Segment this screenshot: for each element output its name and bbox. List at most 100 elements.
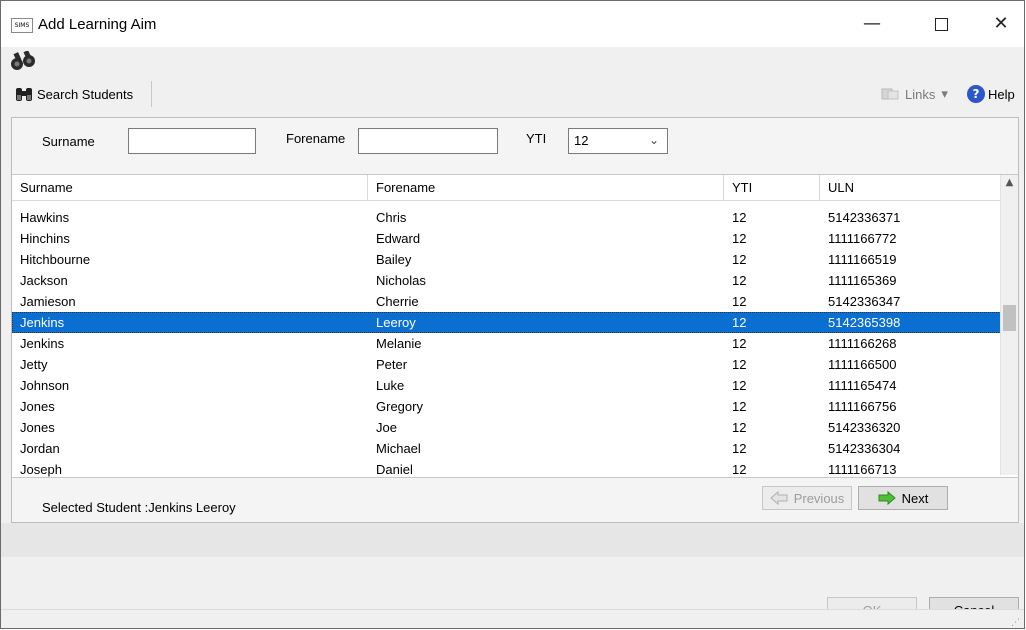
table-row[interactable]: Hinchins Edward 12 1111166772 xyxy=(12,228,1001,249)
students-grid[interactable]: Surname Forename YTI ULN Hawkins Chris 12 5… xyxy=(12,174,1018,478)
column-header-forename[interactable]: Forename xyxy=(368,175,724,200)
surname-cell: Jackson xyxy=(20,273,68,288)
toolbar xyxy=(1,77,1024,111)
uln-cell: 5142336320 xyxy=(828,420,901,435)
yti-cell: 12 xyxy=(732,399,747,414)
previous-button[interactable]: Previous xyxy=(762,486,852,510)
forename-cell: Bailey xyxy=(376,252,412,267)
column-header-yti[interactable]: YTI xyxy=(724,175,820,200)
surname-cell: Jordan xyxy=(20,441,60,456)
yti-selected-value: 12 xyxy=(574,133,589,148)
scroll-thumb[interactable] xyxy=(1003,305,1016,331)
binoculars-icon xyxy=(16,88,32,101)
binoculars-icon xyxy=(11,51,35,70)
table-row[interactable]: Jones Joe 12 5142336320 xyxy=(12,417,1001,438)
yti-cell: 12 xyxy=(732,378,747,393)
help-button[interactable]: ? Help xyxy=(967,83,1015,105)
surname-cell: Jenkins xyxy=(20,336,65,351)
column-header-uln[interactable]: ULN xyxy=(820,175,1001,200)
forename-cell: Luke xyxy=(376,378,405,393)
table-row[interactable]: Hawkins Chris 12 5142336371 xyxy=(12,207,1001,228)
links-dropdown[interactable]: Links ▾ xyxy=(881,83,948,105)
surname-cell: Jetty xyxy=(20,357,48,372)
title-bar: SIMS Add Learning Aim — ✕ xyxy=(1,1,1024,47)
table-row[interactable]: Joseph Daniel 12 1111166713 xyxy=(12,459,1001,477)
surname-cell: Jenkins xyxy=(20,315,65,330)
surname-input[interactable] xyxy=(128,128,256,154)
surname-cell: Hinchins xyxy=(20,231,70,246)
forename-cell: Michael xyxy=(376,441,421,456)
forename-cell: Joe xyxy=(376,420,397,435)
table-row[interactable]: Jenkins Leeroy 12 5142365398 xyxy=(12,312,1001,333)
scroll-up-arrow-icon[interactable]: ▲ xyxy=(1001,177,1018,188)
help-label: Help xyxy=(988,86,1015,102)
uln-cell: 1111166756 xyxy=(828,399,897,414)
uln-cell: 1111165369 xyxy=(828,273,897,288)
yti-label: YTI xyxy=(526,131,547,146)
forename-cell: Leeroy xyxy=(376,315,416,330)
search-students-button[interactable]: Search Students xyxy=(15,83,133,105)
yti-cell: 12 xyxy=(732,462,747,477)
next-label: Next xyxy=(901,490,929,506)
table-row[interactable]: Jackson Nicholas 12 1111165369 xyxy=(12,270,1001,291)
minimize-button[interactable]: — xyxy=(849,1,895,47)
uln-cell: 1111166519 xyxy=(828,252,897,267)
sims-app-icon: SIMS xyxy=(11,18,33,33)
table-row[interactable]: Jenkins Melanie 12 1111166268 xyxy=(12,333,1001,354)
forename-cell: Chris xyxy=(376,210,407,225)
forename-input[interactable] xyxy=(358,128,498,154)
uln-cell: 1111166500 xyxy=(828,357,897,372)
surname-cell: Hitchbourne xyxy=(20,252,91,267)
forename-cell: Gregory xyxy=(376,399,423,414)
close-button[interactable]: ✕ xyxy=(978,1,1024,47)
table-row[interactable]: Jamieson Cherrie 12 5142336347 xyxy=(12,291,1001,312)
grid-scrollbar[interactable]: ▲ xyxy=(1000,175,1018,475)
search-students-label: Search Students xyxy=(37,86,134,102)
grid-header: Surname Forename YTI ULN xyxy=(12,175,1001,201)
forename-cell: Daniel xyxy=(376,462,413,477)
table-row[interactable]: Hitchbourne Bailey 12 1111166519 xyxy=(12,249,1001,270)
uln-cell: 5142336347 xyxy=(828,294,901,309)
forename-cell: Edward xyxy=(376,231,421,246)
surname-label: Surname xyxy=(42,134,95,149)
uln-cell: 1111166772 xyxy=(828,231,897,246)
links-dropdown-arrow-icon: ▾ xyxy=(941,86,948,101)
forename-label: Forename xyxy=(286,131,346,146)
maximize-icon xyxy=(934,17,948,31)
surname-cell: Joseph xyxy=(20,462,62,477)
next-button[interactable]: Next xyxy=(858,486,948,510)
surname-cell: Johnson xyxy=(20,378,70,393)
add-learning-aim-window: SIMS Add Learning Aim — ✕ Search Student… xyxy=(0,0,1025,629)
uln-cell: 5142336304 xyxy=(828,441,901,456)
table-row[interactable]: Jordan Michael 12 5142336304 xyxy=(12,438,1001,459)
surname-cell: Jones xyxy=(20,399,55,414)
yti-cell: 12 xyxy=(732,273,747,288)
arrow-left-icon xyxy=(769,491,788,505)
yti-cell: 12 xyxy=(732,336,747,351)
table-row[interactable]: Jetty Peter 12 1111166500 xyxy=(12,354,1001,375)
yti-cell: 12 xyxy=(732,420,747,435)
table-row[interactable]: Johnson Luke 12 1111165474 xyxy=(12,375,1001,396)
separator-strip xyxy=(1,523,1024,557)
chevron-down-icon: ⌄ xyxy=(648,133,659,147)
status-bar: ⋰ xyxy=(1,609,1024,628)
yti-cell: 12 xyxy=(732,294,747,309)
yti-cell: 12 xyxy=(732,252,747,267)
yti-select[interactable]: 12 ⌄ xyxy=(568,128,668,154)
table-row[interactable]: Jones Gregory 12 1111166756 xyxy=(12,396,1001,417)
links-icon xyxy=(881,88,899,100)
grid-rows: Hawkins Chris 12 5142336371 Hinchins Edward 12… xyxy=(12,207,1001,477)
yti-cell: 12 xyxy=(732,357,747,372)
previous-label: Previous xyxy=(793,490,845,506)
surname-cell: Hawkins xyxy=(20,210,70,225)
search-panel: Surname Forename YTI 12 ⌄ Surname Forena… xyxy=(11,117,1019,523)
uln-cell: 1111166713 xyxy=(828,462,897,477)
column-header-surname[interactable]: Surname xyxy=(12,175,368,200)
uln-cell: 5142336371 xyxy=(828,210,901,225)
maximize-button[interactable] xyxy=(918,1,964,47)
forename-cell: Nicholas xyxy=(376,273,426,288)
uln-cell: 5142365398 xyxy=(828,315,901,330)
forename-cell: Peter xyxy=(376,357,408,372)
resize-grip-icon[interactable]: ⋰ xyxy=(1011,618,1020,628)
uln-cell: 1111166268 xyxy=(828,336,897,351)
